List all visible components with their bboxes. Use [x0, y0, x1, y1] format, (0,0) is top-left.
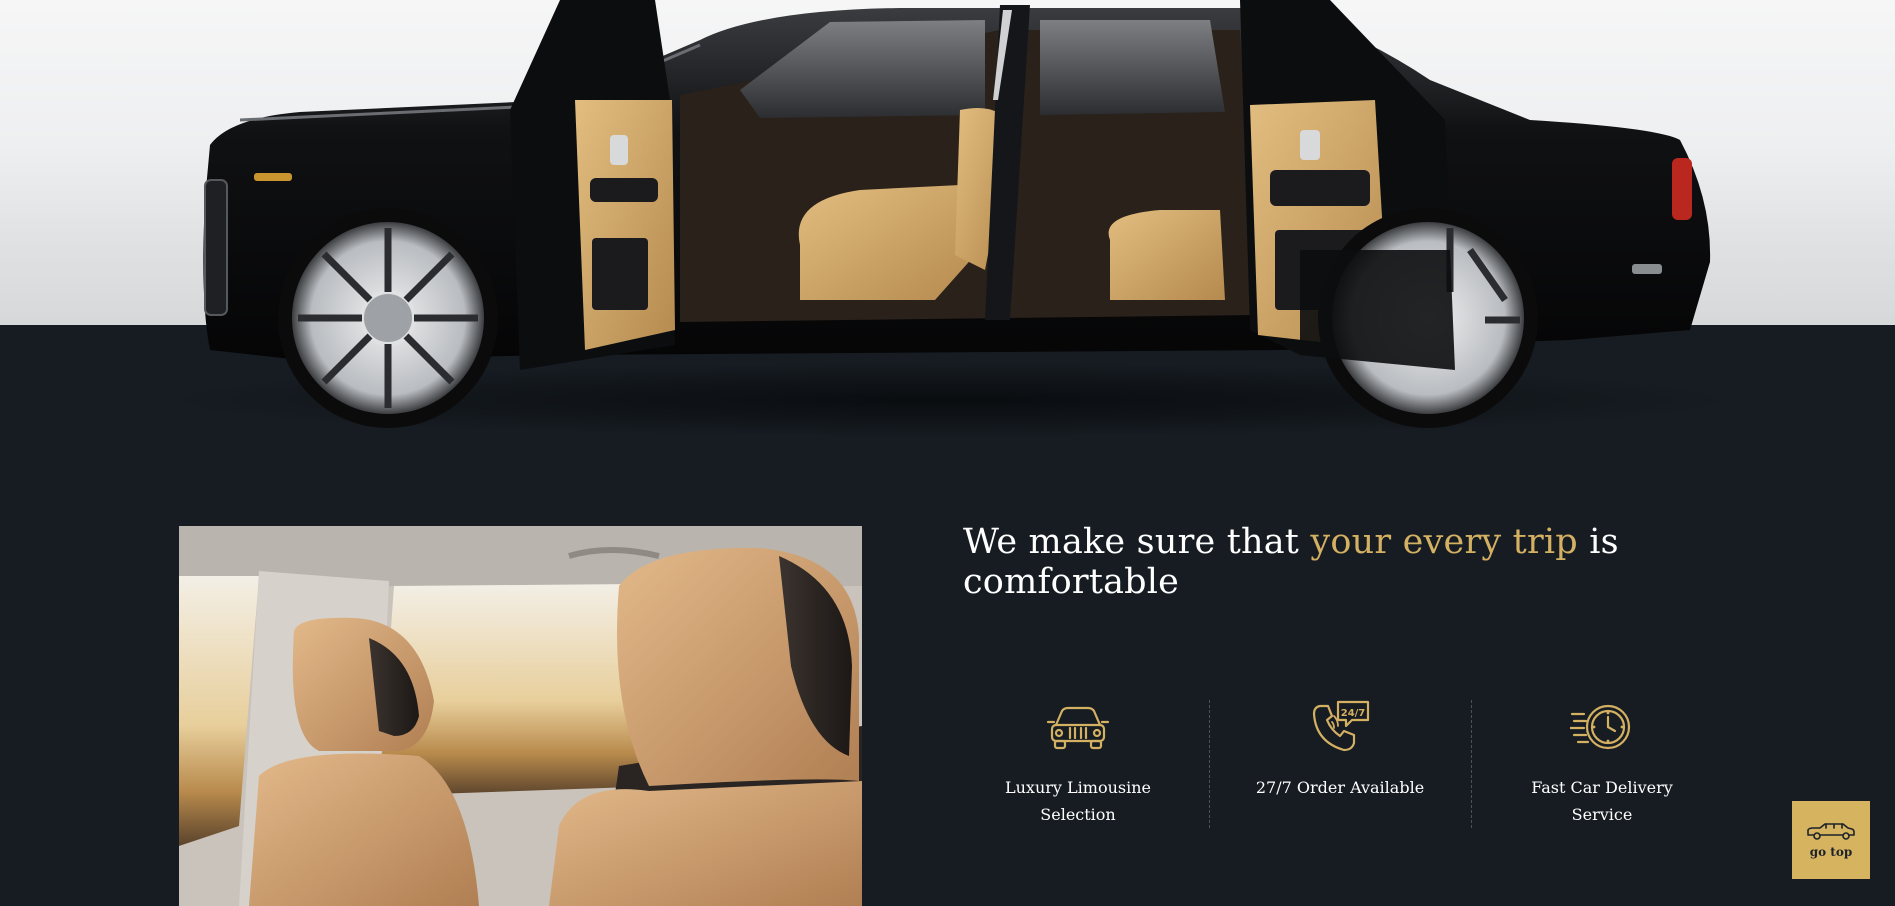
hero-section [0, 0, 1895, 440]
feature-item-24-7: 24/7 27/7 Order Available [1209, 700, 1471, 828]
limousine-icon [1807, 823, 1855, 840]
hero-car-image [150, 0, 1750, 438]
feature-label: Luxury Limousine Selection [1005, 778, 1151, 824]
feature-label: Fast Car Delivery Service [1531, 778, 1673, 824]
headline-text-start: We make sure that [963, 522, 1311, 562]
limousine-icon [1046, 706, 1110, 750]
features-list: Luxury Limousine Selection 24/7 27/7 Ord… [947, 700, 1733, 828]
go-top-label: go top [1809, 845, 1853, 859]
interior-seats-image [179, 526, 862, 906]
feature-item-limousine: Luxury Limousine Selection [947, 700, 1209, 828]
feature-item-fast-delivery: Fast Car Delivery Service [1471, 700, 1733, 828]
page: We make sure that your every trip is com… [0, 0, 1895, 906]
headline-accent-text: your every trip [1310, 522, 1578, 562]
feature-label: 27/7 Order Available [1255, 778, 1425, 797]
go-top-button[interactable]: go top [1792, 801, 1870, 879]
section-headline: We make sure that your every trip is com… [963, 522, 1683, 602]
fast-clock-icon [1570, 704, 1631, 750]
phone-24-7-icon: 24/7 [1312, 700, 1370, 752]
svg-text:24/7: 24/7 [1341, 708, 1366, 719]
